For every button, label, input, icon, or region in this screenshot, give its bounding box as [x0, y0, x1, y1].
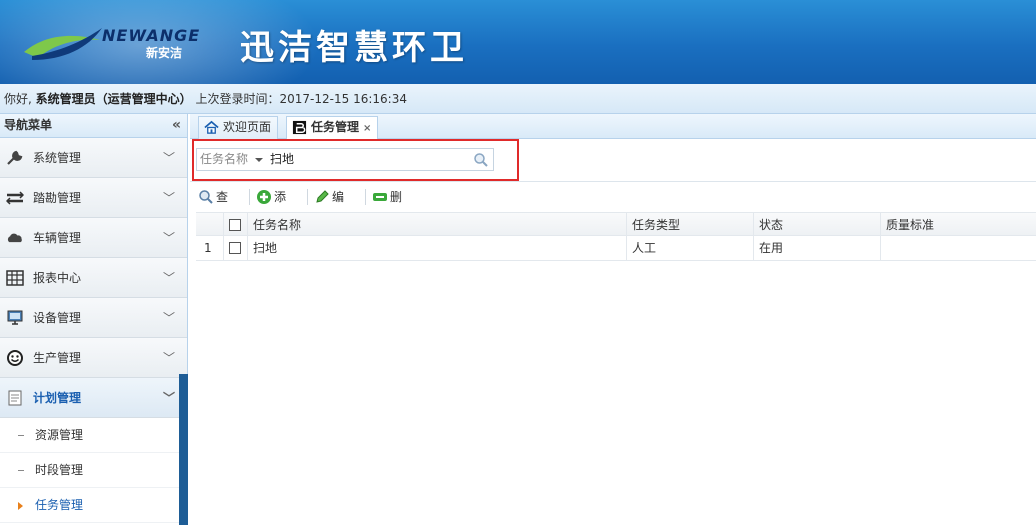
monitor-icon [7, 310, 23, 325]
chevron-down-icon: ﹀ [162, 191, 175, 205]
sidebar-item-label: 计划管理 [33, 391, 82, 405]
delete-button[interactable]: 删除 [370, 186, 402, 226]
chevron-down-icon: ﹀ [162, 351, 175, 365]
edit-button[interactable]: 编辑 [312, 186, 344, 226]
cell-task-type: 人工 [627, 236, 754, 260]
tab-label: 欢迎页面 [223, 120, 272, 134]
sidebar-item-planning[interactable]: 计划管理 ﹀ [0, 378, 187, 418]
sidebar-header: 导航菜单 « [0, 114, 187, 138]
sidebar-item-label: 报表中心 [33, 271, 82, 285]
sidebar-subitem-label: 时段管理 [35, 463, 84, 477]
search-box[interactable]: 任务名称 扫地 [196, 148, 494, 171]
chevron-down-icon: ﹀ [162, 271, 175, 285]
sidebar: 导航菜单 « 系统管理 ﹀ 踏勘管理 ﹀ 车辆管理 ﹀ 报表中心 ﹀ 设备管理 … [0, 114, 188, 525]
toolbar-separator [307, 189, 308, 205]
sidebar-scroll-edge [179, 374, 188, 525]
caret-down-icon[interactable] [255, 158, 263, 162]
smiley-icon [7, 350, 23, 366]
sidebar-subitem-tasks[interactable]: 任务管理 [0, 488, 187, 523]
document-icon [8, 390, 22, 406]
sidebar-item-survey[interactable]: 踏勘管理 ﹀ [0, 178, 187, 218]
logo-text-cn: 新安洁 [146, 46, 183, 60]
tab-task-management[interactable]: 任务管理 × [286, 116, 379, 140]
app-title: 迅洁智慧环卫 [240, 28, 468, 68]
sidebar-item-label: 车辆管理 [33, 231, 82, 245]
task-grid: 任务名称 任务类型 状态 质量标准 1 扫地 人工 在用 [196, 212, 1036, 261]
chevron-down-icon: ﹀ [162, 231, 175, 245]
sidebar-item-label: 系统管理 [33, 151, 82, 165]
arrows-icon [6, 191, 24, 205]
table-row[interactable]: 1 扫地 人工 在用 [196, 236, 1036, 261]
greeting: 你好, [4, 92, 32, 106]
toolbar-separator [365, 189, 366, 205]
logo-text-en: NEWANGE [102, 26, 201, 45]
chevron-down-icon: ﹀ [162, 311, 175, 325]
tab-label: 任务管理 [311, 120, 360, 134]
sidebar-subitem-resources[interactable]: 资源管理 [0, 418, 187, 453]
cell-task-name: 扫地 [248, 236, 627, 260]
add-button[interactable]: 添加 [254, 186, 286, 226]
plus-icon [257, 190, 271, 204]
user-info-bar: 你好, 系统管理员（运营管理中心） 上次登录时间：2017-12-15 16:1… [0, 84, 1036, 114]
main-panel: 欢迎页面 任务管理× 任务名称 扫地 查看 [190, 114, 1036, 525]
sidebar-item-reports[interactable]: 报表中心 ﹀ [0, 258, 187, 298]
row-checkbox[interactable] [229, 242, 241, 254]
tree-line-icon [18, 435, 24, 436]
pencil-icon [316, 190, 329, 203]
active-arrow-icon [18, 502, 23, 510]
column-header-name[interactable]: 任务名称 [248, 213, 627, 235]
toolbar-separator [249, 189, 250, 205]
sidebar-item-label: 设备管理 [33, 311, 82, 325]
tab-strip: 欢迎页面 任务管理 × [190, 114, 1036, 140]
grid-header-row: 任务名称 任务类型 状态 质量标准 [196, 212, 1036, 236]
sidebar-item-label: 生产管理 [33, 351, 82, 365]
home-icon [204, 120, 219, 134]
view-button[interactable]: 查看 [196, 186, 228, 226]
last-login-label: 上次登录时间： [195, 92, 280, 106]
task-icon [292, 120, 307, 135]
magnifier-icon [199, 190, 213, 204]
cell-status: 在用 [754, 236, 881, 260]
search-icon[interactable] [473, 152, 489, 168]
collapse-icon[interactable]: « [172, 114, 181, 136]
search-category-select[interactable]: 任务名称 [200, 149, 248, 170]
wrench-icon [7, 150, 23, 165]
sidebar-subitem-label: 任务管理 [35, 498, 84, 512]
last-login-time: 2017-12-15 16:16:34 [279, 92, 407, 106]
sidebar-subitem-label: 资源管理 [35, 428, 84, 442]
minus-icon [373, 193, 387, 201]
select-all-checkbox[interactable] [229, 219, 241, 231]
select-all-cell [224, 213, 248, 235]
sidebar-item-production[interactable]: 生产管理 ﹀ [0, 338, 187, 378]
column-header-type[interactable]: 任务类型 [627, 213, 754, 235]
sidebar-item-label: 踏勘管理 [33, 191, 82, 205]
cell-quality [881, 236, 1036, 260]
chevron-down-icon: ﹀ [162, 391, 175, 405]
toolbar-divider [190, 181, 1036, 182]
app-header: NEWANGE 新安洁 迅洁智慧环卫 [0, 0, 1036, 84]
row-checkbox-cell [224, 236, 248, 260]
column-header-quality[interactable]: 质量标准 [881, 213, 1036, 235]
table-icon [6, 270, 24, 286]
sidebar-item-devices[interactable]: 设备管理 ﹀ [0, 298, 187, 338]
current-user: 系统管理员（运营管理中心） [35, 92, 192, 106]
column-header-status[interactable]: 状态 [754, 213, 881, 235]
sidebar-title: 导航菜单 [4, 118, 53, 132]
sidebar-subitem-timeslots[interactable]: 时段管理 [0, 453, 187, 488]
row-number-header [196, 213, 224, 235]
search-input[interactable]: 扫地 [270, 149, 294, 170]
tab-welcome[interactable]: 欢迎页面 [198, 116, 279, 139]
close-icon[interactable]: × [363, 123, 371, 134]
chevron-down-icon: ﹀ [162, 151, 175, 165]
sidebar-item-system[interactable]: 系统管理 ﹀ [0, 138, 187, 178]
tree-line-icon [18, 470, 24, 471]
sidebar-item-vehicle[interactable]: 车辆管理 ﹀ [0, 218, 187, 258]
cloud-icon [7, 233, 22, 243]
row-number: 1 [196, 236, 224, 260]
